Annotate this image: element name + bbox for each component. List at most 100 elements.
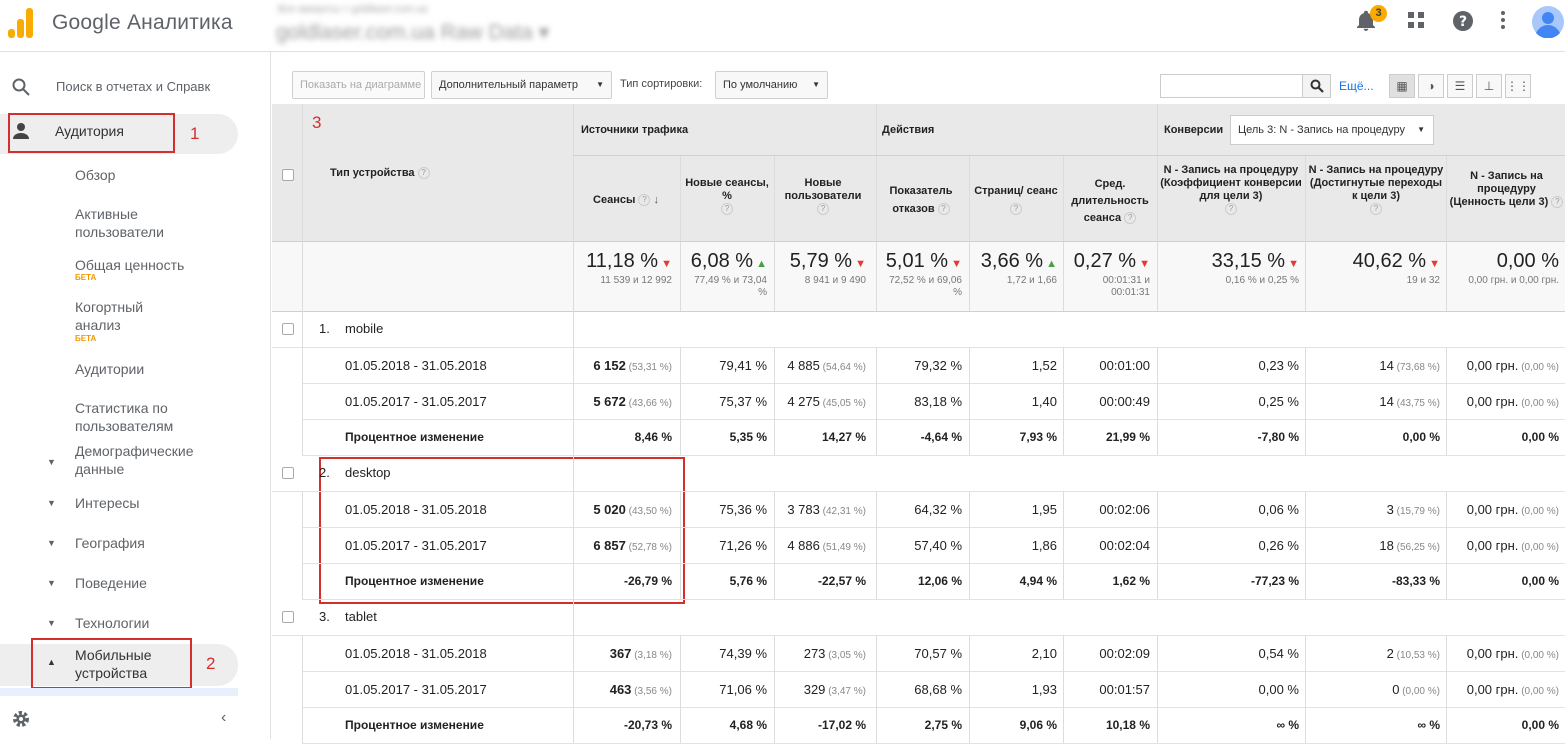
metric-cell: 14 (73,68 %) [1379,358,1440,373]
metric-cell: 00:01:00 [1099,358,1150,373]
sidebar-item-geo[interactable]: География [75,534,255,552]
table-view-icon[interactable]: ▦ [1389,74,1415,98]
metric-cell: 5,76 % [729,574,767,588]
metric-cell: 1,86 [1031,538,1057,553]
divider [774,563,775,599]
search-icon[interactable] [12,78,30,101]
sidebar-item-demographics[interactable]: Демографические данные [75,442,225,478]
analytics-logo-icon[interactable] [8,6,34,38]
total-value: 5,01 % ▼ [885,250,962,272]
metric-cell: 21,99 % [1105,430,1150,444]
column-bounce-rate[interactable]: Показатель отказов ? [874,182,968,218]
collapse-sidebar-icon[interactable]: ‹ [221,709,226,727]
divider [302,707,1565,708]
more-vert-icon[interactable] [1490,10,1516,36]
metric-cell: 12,06 % [917,574,962,588]
device-name-link[interactable]: tablet [345,609,377,624]
performance-view-icon[interactable]: ☰ [1447,74,1473,98]
metric-cell: 0,00 % [1521,574,1559,588]
divider [272,635,1565,636]
row-checkbox[interactable] [282,323,294,335]
metric-cell: -26,79 % [623,574,672,588]
sidebar-item-user-explorer[interactable]: Статистика по пользователям [75,399,195,435]
sidebar-item-technology[interactable]: Технологии [75,614,255,632]
metric-cell: 6 152 (53,31 %) [593,358,672,373]
divider [969,383,970,419]
apps-grid-icon[interactable] [1403,10,1429,36]
device-name-link[interactable]: mobile [345,321,383,336]
sidebar-item-active-users[interactable]: Активные пользователи [75,205,195,241]
pie-view-icon[interactable]: ◑ [1418,74,1444,98]
sidebar-item-interests[interactable]: Интересы [75,494,255,512]
metric-cell: 8,46 % [634,430,672,444]
column-sessions[interactable]: Сеансы ? ↓ [574,194,678,207]
divider [1157,707,1158,743]
divider [1446,563,1447,599]
divider [302,419,1565,420]
divider [876,671,877,707]
sidebar-item-cohort[interactable]: Когортный анализ [75,298,175,334]
table-search-input[interactable] [1160,74,1303,98]
metric-cell: 74,39 % [719,646,767,661]
device-name-link[interactable]: desktop [345,465,391,480]
metric-cell: 1,62 % [1112,574,1150,588]
total-comparison: 0,16 % и 0,25 % [1225,275,1299,286]
chevron-down-icon: ▼ [596,80,604,89]
row-checkbox[interactable] [282,467,294,479]
more-options-link[interactable]: Ещё... [1339,79,1374,93]
gear-icon[interactable] [11,709,31,734]
divider [1305,383,1306,419]
help-icon: ? [937,203,950,216]
metric-cell: 367 (3,18 %) [609,646,672,661]
column-new-sessions[interactable]: Новые сеансы, %? [681,177,773,216]
avatar[interactable] [1532,6,1564,39]
divider [969,707,970,743]
sidebar-item-overview[interactable]: Обзор [75,166,255,184]
metric-cell: 9,06 % [1019,718,1057,732]
metric-cell: 4 275 (45,05 %) [787,394,866,409]
divider [302,671,1565,672]
pivot-view-icon[interactable]: ⋮⋮ [1505,74,1531,98]
help-icon: ? [1124,212,1137,225]
divider [680,635,681,671]
comparison-view-icon[interactable]: ⊥ [1476,74,1502,98]
metric-cell: 4,94 % [1019,574,1057,588]
divider [573,383,574,419]
search-icon[interactable] [1302,74,1331,98]
help-icon[interactable]: ? [1450,10,1476,36]
divider [573,599,574,635]
brand-title[interactable]: Google Аналитика [52,11,233,35]
column-pages-per-session[interactable]: Страниц/ сеанс ? [970,182,1062,218]
goal-selector-dropdown[interactable]: Цель 3: N - Запись на процедуру ▼ [1230,115,1434,145]
divider [1446,419,1447,455]
column-conversion-rate[interactable]: N - Запись на процедуру (Коэффициент кон… [1160,164,1302,216]
plot-rows-button[interactable]: Показать на диаграмме [292,71,425,99]
divider [573,527,574,563]
percent-change-label: Процентное изменение [345,430,484,444]
column-goal-completions[interactable]: N - Запись на процедуру (Достигнутые пер… [1307,164,1445,216]
metric-cell: 70,57 % [914,646,962,661]
divider [302,563,303,599]
divider [1063,383,1064,419]
dimension-header[interactable]: Тип устройства ? [330,167,430,180]
sidebar-item-audiences[interactable]: Аудитории [75,360,255,378]
expand-icon: ▼ [47,578,56,588]
sort-type-dropdown[interactable]: По умолчанию ▼ [715,71,828,99]
metric-cell: 5 672 (43,66 %) [593,394,672,409]
divider [1446,347,1447,383]
column-goal-value[interactable]: N - Запись на процедуру (Ценность цели 3… [1448,170,1565,209]
metric-cell: 75,37 % [719,394,767,409]
divider [302,527,303,563]
date-range-label: 01.05.2018 - 31.05.2018 [345,502,487,517]
select-all-checkbox[interactable] [282,169,294,181]
search-input[interactable]: Поиск в отчетах и Справк [56,79,210,94]
account-selector[interactable]: Все аккаунты > goldlaser.com.ua goldlase… [276,0,586,52]
secondary-dimension-dropdown[interactable]: Дополнительный параметр ▼ [431,71,612,99]
column-avg-duration[interactable]: Сред. длительность сеанса ? [1064,176,1156,227]
row-number: 2. [319,465,330,480]
sidebar-item-lifetime-value[interactable]: Общая ценность [75,256,255,274]
row-checkbox[interactable] [282,611,294,623]
sidebar-item-behavior[interactable]: Поведение [75,574,255,592]
total-value: 11,18 % ▼ [586,250,672,272]
column-new-users[interactable]: Новые пользователи? [775,177,871,216]
